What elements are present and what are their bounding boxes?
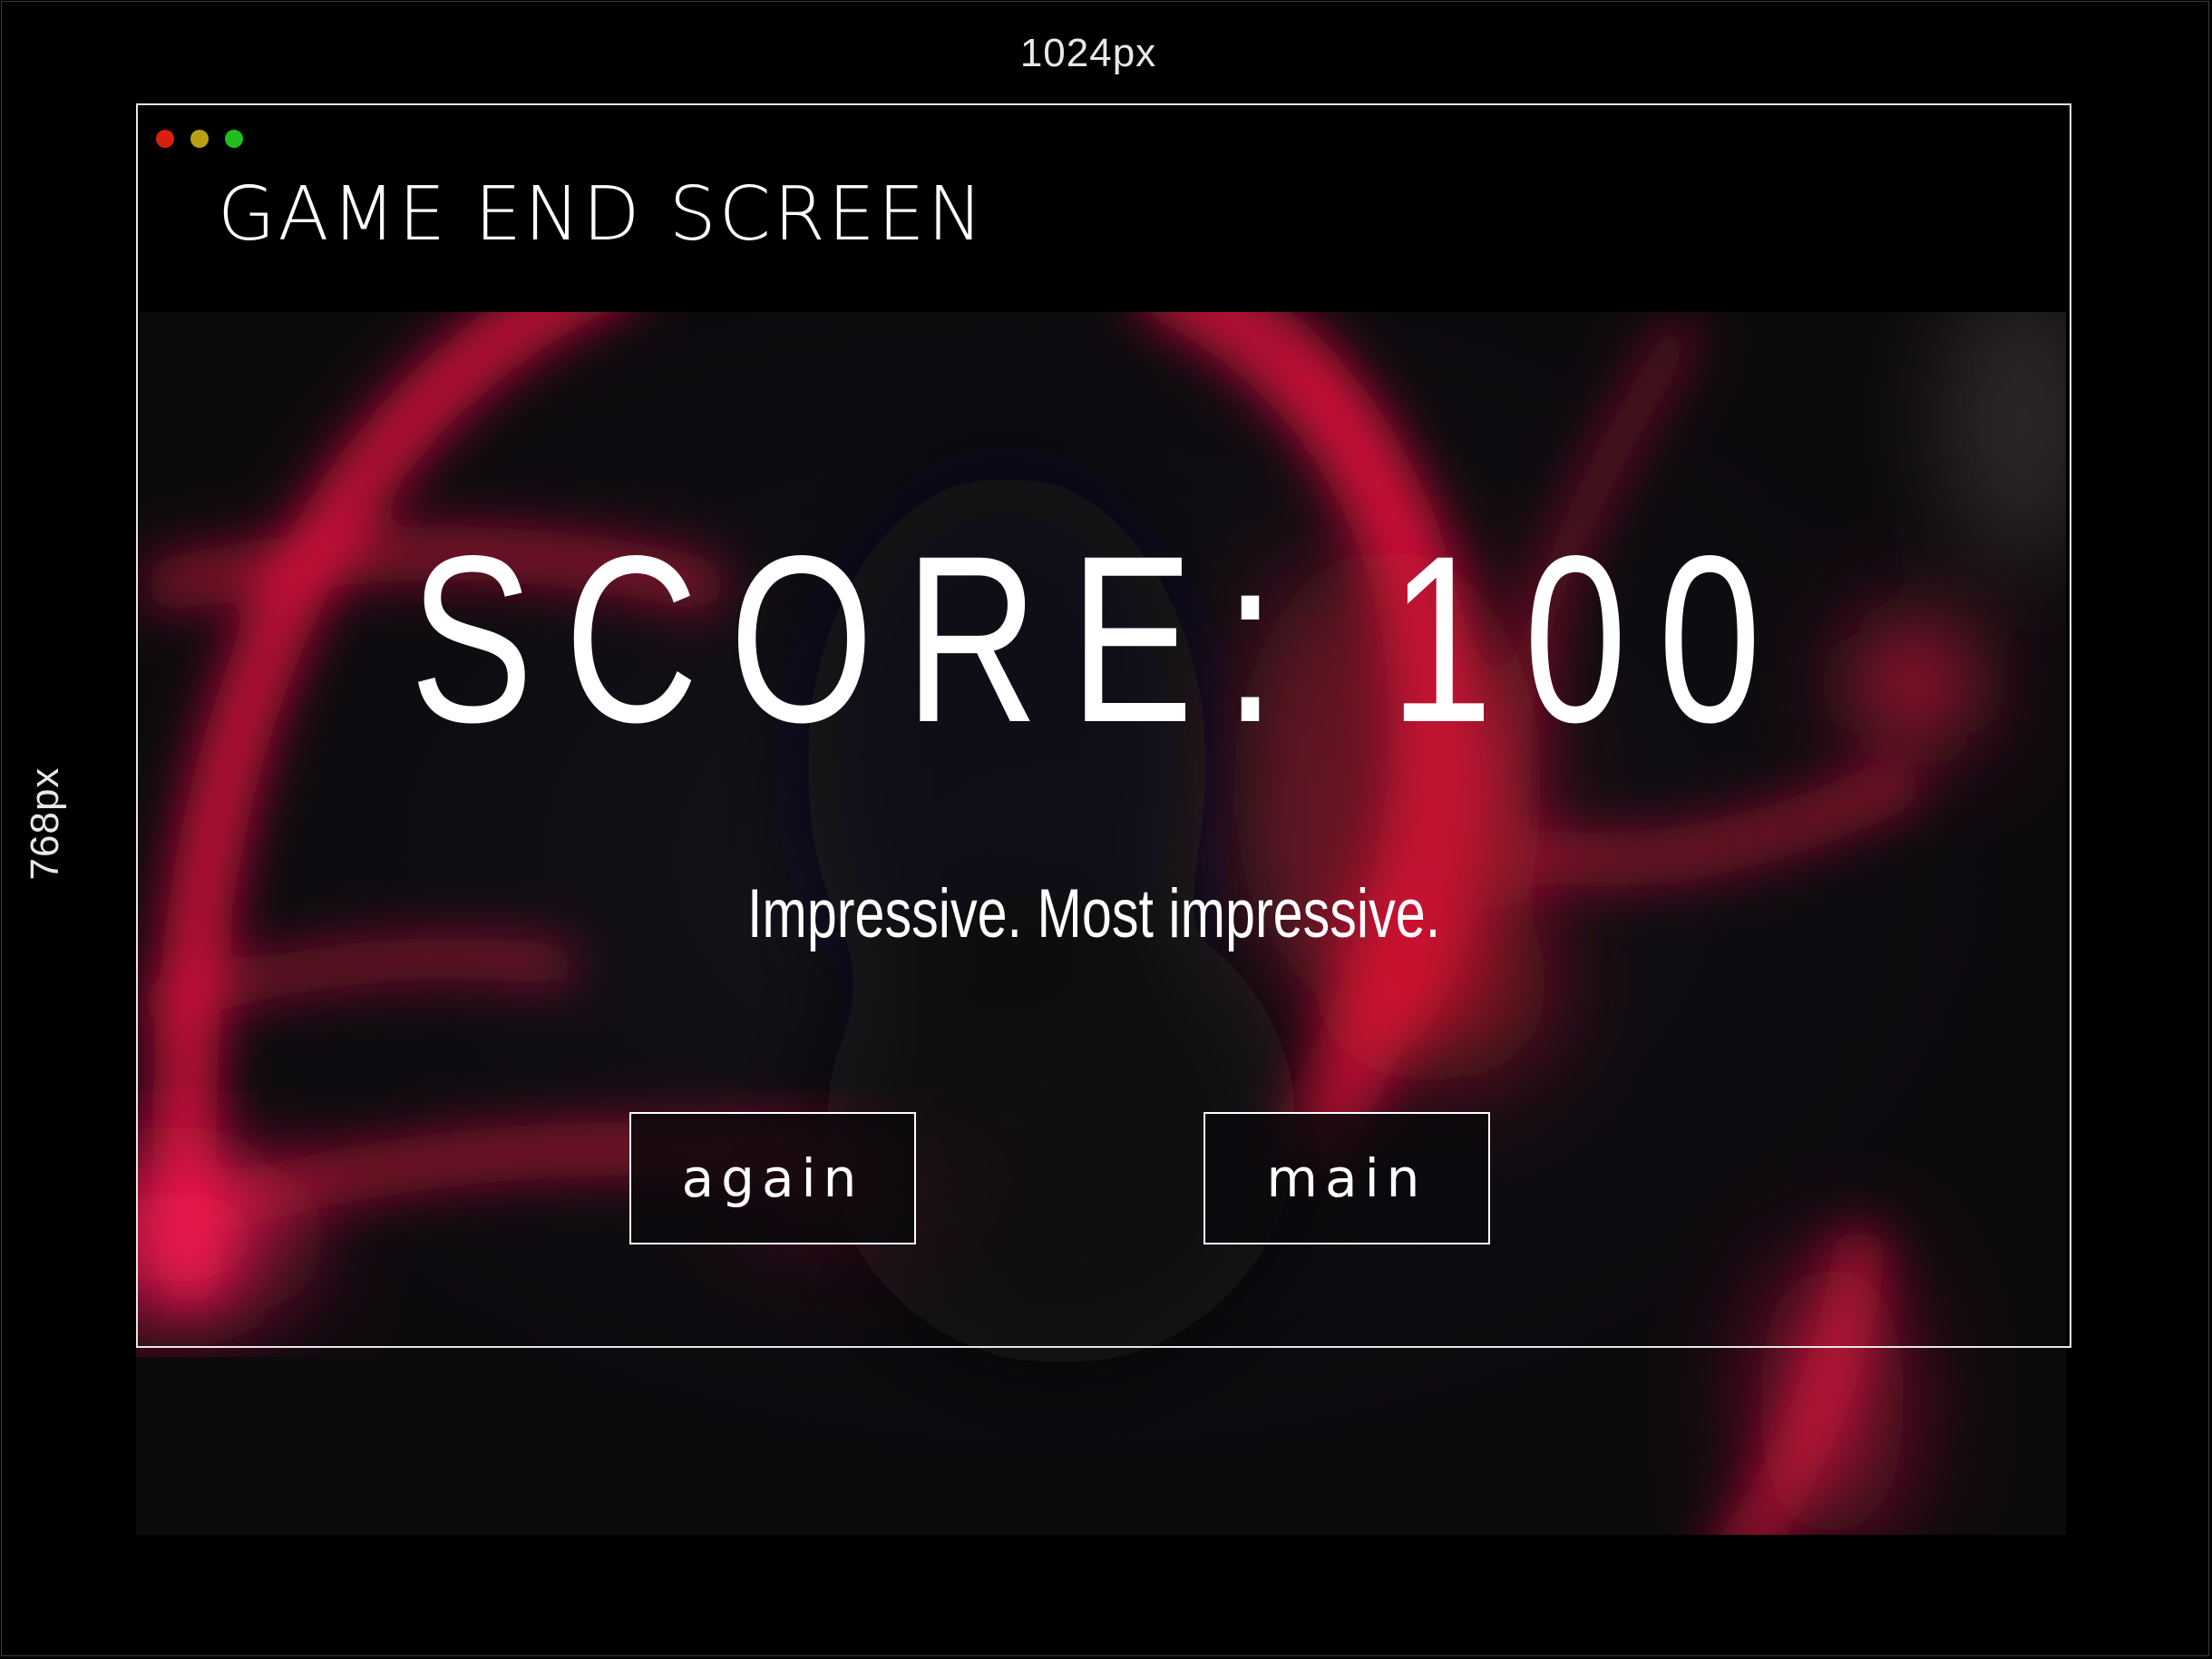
minimize-window-dot[interactable]: [190, 130, 209, 148]
maximize-window-dot[interactable]: [225, 130, 243, 148]
height-annotation-label: 768px: [23, 766, 67, 881]
window-frame: [136, 103, 2071, 1348]
close-window-dot[interactable]: [156, 130, 174, 148]
width-annotation: 1024px: [1019, 31, 1157, 75]
window-title: GAME END SCREEN: [218, 171, 986, 258]
